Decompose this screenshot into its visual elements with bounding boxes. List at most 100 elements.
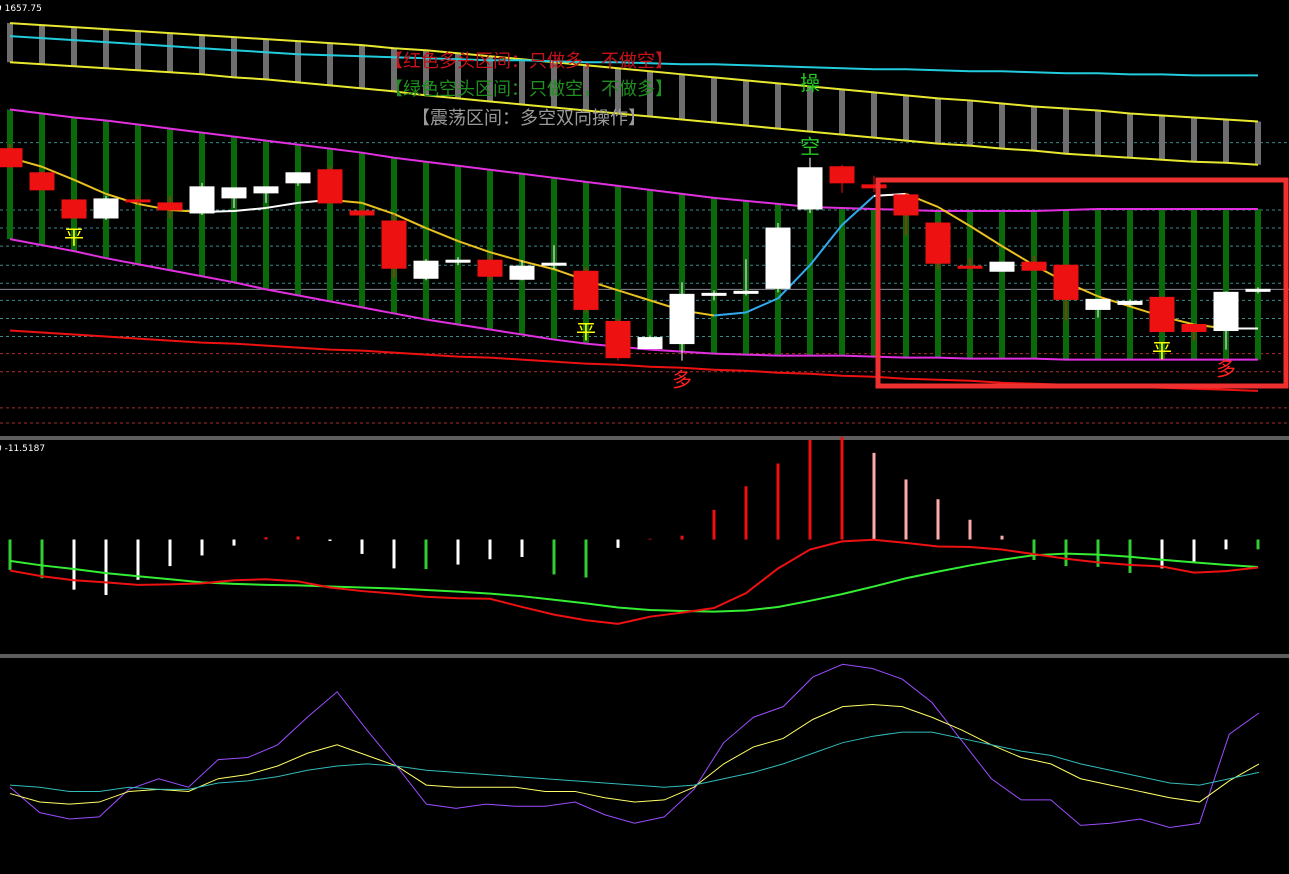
- signal-label: 多: [1216, 357, 1236, 381]
- long-channel-bar: [199, 35, 205, 75]
- signal-label: 空: [800, 135, 820, 159]
- long-channel-bar: [1095, 110, 1101, 156]
- candle-body: [157, 202, 183, 211]
- channel-bar: [231, 136, 237, 283]
- candle-body: [413, 260, 439, 279]
- long-channel-bar: [1159, 115, 1165, 160]
- candle-body: [1117, 300, 1143, 305]
- long-channel-bar: [7, 23, 13, 63]
- channel-bar: [1095, 208, 1101, 360]
- long-channel-bar: [871, 92, 877, 138]
- candle-body: [221, 187, 247, 199]
- channel-bar: [519, 173, 525, 335]
- channel-bar: [999, 210, 1005, 359]
- main-pane-readout: 9 1657.75: [0, 4, 42, 14]
- candle-body: [669, 293, 695, 345]
- long-channel-bar: [1223, 119, 1229, 163]
- long-channel-bar: [1255, 121, 1261, 165]
- long-channel-bar: [775, 83, 781, 129]
- channel-bar: [1127, 208, 1133, 360]
- candle-body: [93, 198, 119, 219]
- candle-body: [1181, 324, 1207, 333]
- long-channel-bar: [1031, 106, 1037, 151]
- channel-bar: [839, 207, 845, 356]
- long-channel-bar: [679, 74, 685, 120]
- signal-label: 多: [672, 368, 692, 392]
- long-channel-bar: [935, 98, 941, 144]
- candle-body: [0, 148, 23, 168]
- candle-body: [829, 166, 855, 184]
- candle-body: [893, 194, 919, 216]
- chart-canvas: 9 1657.75 0 -11.5187 平平多空操平多 【红色多头区间：只做多…: [0, 0, 1289, 874]
- candle-body: [541, 262, 567, 266]
- channel-bar: [1159, 208, 1165, 360]
- candle-body: [381, 220, 407, 269]
- candle-body: [1085, 298, 1111, 310]
- long-channel-bar: [743, 80, 749, 126]
- channel-bar: [423, 161, 429, 320]
- candle-body: [1245, 288, 1271, 292]
- channel-bar: [647, 189, 653, 350]
- candle-body: [1149, 296, 1175, 333]
- candle-body: [477, 259, 503, 277]
- candle-body: [285, 172, 311, 184]
- candle-body: [765, 227, 791, 289]
- candle-body: [445, 259, 471, 263]
- long-channel-bar: [39, 25, 45, 65]
- channel-bar: [455, 165, 461, 325]
- signal-label: 操: [800, 71, 820, 95]
- candle-body: [573, 270, 599, 310]
- long-channel-bar: [295, 41, 301, 83]
- channel-bar: [711, 197, 717, 354]
- legend-line-2: 【绿色空头区间：只做空，不做多】: [385, 79, 673, 100]
- channel-bar: [1255, 208, 1261, 360]
- candle-body: [1053, 264, 1079, 300]
- channel-bar: [359, 152, 365, 308]
- candle-body: [189, 186, 215, 214]
- long-channel-bar: [327, 43, 333, 86]
- candle-body: [861, 184, 887, 189]
- candle-body: [797, 167, 823, 210]
- candle-body: [509, 265, 535, 280]
- long-channel-bar: [903, 95, 909, 141]
- long-channel-bar: [1063, 108, 1069, 154]
- long-channel-bar: [71, 27, 77, 67]
- long-channel-bar: [359, 45, 365, 89]
- long-channel-bar: [263, 39, 269, 80]
- signal-label: 平: [64, 225, 84, 249]
- channel-bar: [263, 140, 269, 290]
- candle-body: [1021, 261, 1047, 271]
- long-channel-bar: [999, 103, 1005, 149]
- candle-body: [1213, 291, 1239, 332]
- channel-bar: [7, 109, 13, 240]
- long-channel-bar: [231, 37, 237, 78]
- long-channel-bar: [1191, 117, 1197, 162]
- candle-body: [701, 292, 727, 296]
- long-channel-bar: [711, 77, 717, 123]
- long-channel-bar: [967, 100, 973, 146]
- long-channel-bar: [135, 31, 141, 71]
- candle-body: [29, 172, 55, 191]
- macd-pane-readout: 0 -11.5187: [0, 444, 45, 454]
- legend-line-3: 【震荡区间：多空双向操作】: [412, 108, 646, 129]
- channel-bar: [1031, 210, 1037, 359]
- candle-body: [61, 199, 87, 219]
- legend-line-1: 【红色多头区间：只做多，不做空】: [385, 51, 673, 72]
- candle-body: [317, 169, 343, 204]
- candle-body: [349, 210, 375, 216]
- channel-bar: [807, 206, 813, 356]
- candle-body: [637, 337, 663, 350]
- long-channel-bar: [103, 29, 109, 69]
- candle-body: [957, 265, 983, 269]
- long-channel-bar: [839, 89, 845, 135]
- candle-body: [605, 320, 631, 359]
- channel-bar: [487, 169, 493, 330]
- channel-bar: [967, 210, 973, 359]
- channel-bar: [135, 124, 141, 265]
- channel-bar: [103, 120, 109, 259]
- long-channel-bar: [1127, 113, 1133, 158]
- candle-body: [733, 290, 759, 294]
- signal-label: 平: [576, 319, 596, 343]
- signal-label: 平: [1152, 339, 1172, 363]
- candle-body: [253, 186, 279, 194]
